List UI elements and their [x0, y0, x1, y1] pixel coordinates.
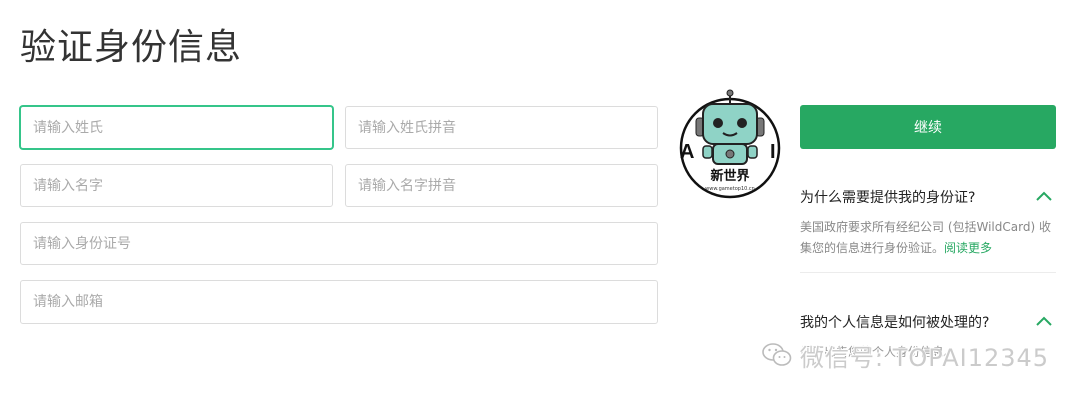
given-name-input[interactable] — [20, 164, 333, 207]
page-title: 验证身份信息 — [20, 27, 243, 68]
faq-question-why-id[interactable]: 为什么需要提供我的身份证? — [800, 187, 975, 207]
surname-pinyin-input[interactable] — [345, 106, 658, 149]
faq-divider — [800, 272, 1056, 273]
faq-question-data-handling[interactable]: 我的个人信息是如何被处理的? — [800, 312, 989, 332]
id-number-input[interactable] — [20, 222, 658, 265]
verify-identity-page: 验证身份信息 A I 新世界 www.gametop10.cn 继续 为什么需要… — [0, 0, 1080, 404]
logo-letter-a: A — [680, 141, 694, 163]
logo-url: www.gametop10.cn — [705, 186, 755, 192]
logo-caption: 新世界 — [710, 168, 749, 184]
faq-answer-text: 美国政府要求所有经纪公司 (包括WildCard) 收集您的信息进行身份验证。 — [800, 220, 1051, 255]
robot-logo: A I 新世界 www.gametop10.cn — [679, 89, 781, 199]
wechat-icon — [762, 343, 792, 366]
chevron-up-icon[interactable] — [1036, 316, 1052, 326]
faq-answer-why-id: 美国政府要求所有经纪公司 (包括WildCard) 收集您的信息进行身份验证。阅… — [800, 217, 1056, 259]
chevron-up-icon[interactable] — [1036, 191, 1052, 201]
continue-button[interactable]: 继续 — [800, 105, 1056, 149]
email-input[interactable] — [20, 280, 658, 324]
watermark: 微信号: TOPAI12345 — [800, 344, 1050, 372]
surname-input[interactable] — [20, 106, 333, 149]
logo-letter-i: I — [770, 141, 776, 163]
read-more-link[interactable]: 阅读更多 — [944, 241, 992, 255]
given-name-pinyin-input[interactable] — [345, 164, 658, 207]
